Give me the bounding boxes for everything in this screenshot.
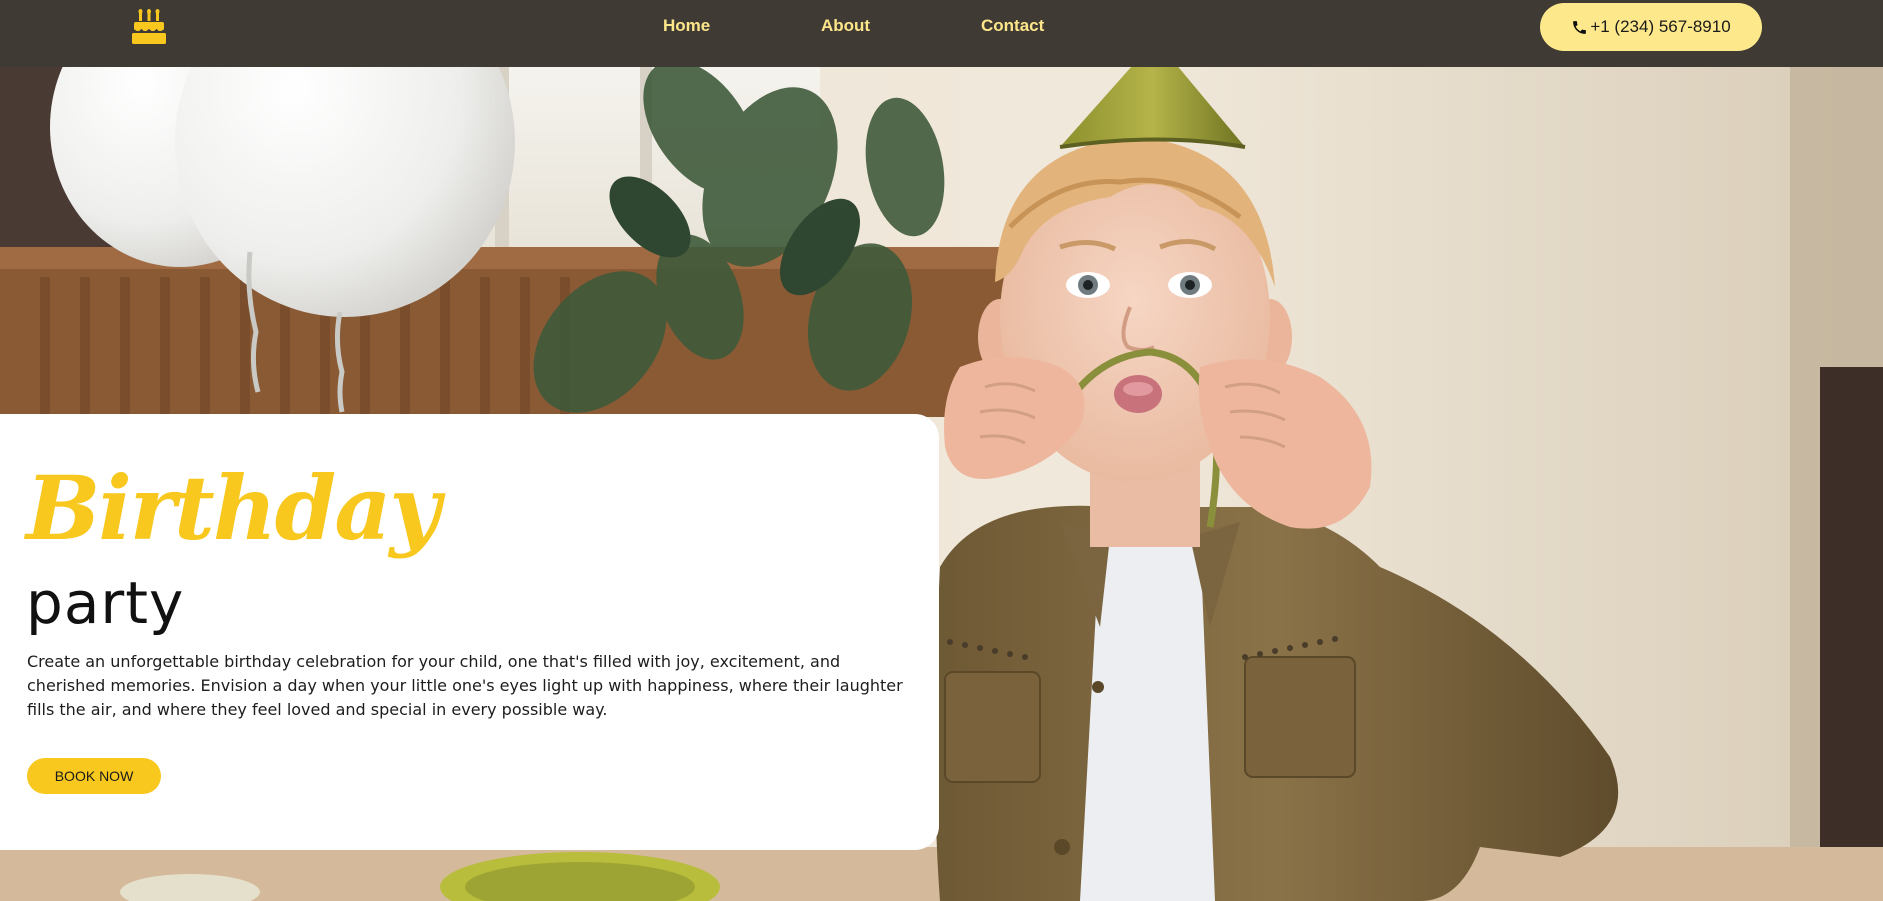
hero-title-sub: party [26, 569, 185, 637]
phone-icon [1573, 20, 1587, 34]
hero-description: Create an unforgettable birthday celebra… [27, 652, 903, 719]
nav-link-contact[interactable]: Contact [981, 16, 1044, 36]
phone-number: +1 (234) 567-8910 [1590, 17, 1731, 36]
book-now-button[interactable]: BOOK NOW [27, 758, 161, 794]
nav-link-about[interactable]: About [821, 16, 870, 36]
top-navbar: Home About Contact +1 (234) 567-8910 [0, 0, 1883, 67]
hero-text-card: Birthday party Create an unforgettable b… [0, 414, 939, 850]
hero-title-script: Birthday [26, 456, 440, 560]
phone-button[interactable]: +1 (234) 567-8910 [1540, 3, 1762, 51]
birthday-cake-icon[interactable] [132, 9, 166, 45]
nav-link-home[interactable]: Home [663, 16, 710, 36]
